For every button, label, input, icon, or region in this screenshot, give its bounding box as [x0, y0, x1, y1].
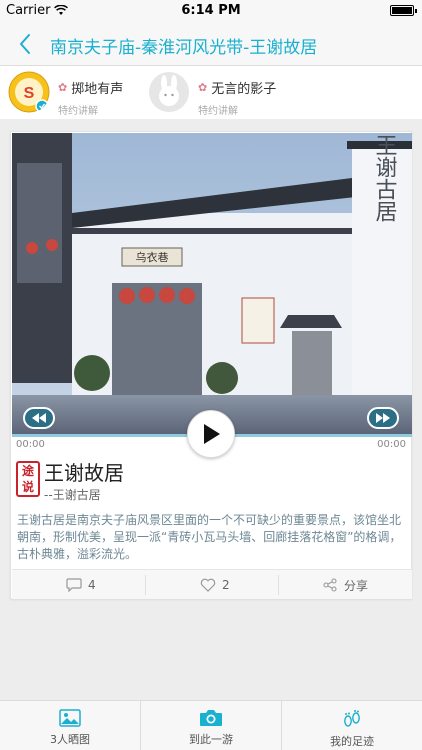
navigation-bar: 南京夫子庙-秦淮河风光带-王谢故居	[0, 22, 422, 66]
tab-label: 我的足迹	[330, 735, 374, 748]
rewind-button[interactable]	[23, 407, 55, 429]
play-icon	[204, 424, 220, 444]
guide-avatar[interactable]: S	[8, 71, 50, 113]
svg-text:S: S	[24, 85, 35, 102]
like-count: 2	[222, 578, 230, 592]
fast-forward-icon	[376, 413, 390, 423]
guide-name-row: ✿ 无言的影子	[198, 78, 276, 97]
flower-icon: ✿	[198, 81, 208, 94]
back-chevron-icon[interactable]	[14, 32, 38, 56]
spot-title: 王谢故居	[44, 461, 124, 485]
share-button[interactable]: 分享	[322, 570, 368, 600]
tab-label: 到此一游	[189, 733, 233, 746]
rewind-icon	[32, 413, 46, 423]
camera-icon	[200, 710, 222, 726]
share-icon	[323, 578, 337, 592]
scenic-photo[interactable]: 王谢古居 乌衣巷	[12, 133, 412, 434]
stamp-logo: 途说	[16, 461, 40, 497]
bottom-tab-bar: 3人晒图 到此一游 我的足迹	[0, 700, 422, 750]
action-bar: 4 2 分享	[12, 569, 412, 599]
elapsed-time: 00:00	[16, 439, 45, 450]
page-title: 南京夫子庙-秦淮河风光带-王谢故居	[50, 38, 318, 58]
battery-icon	[390, 5, 417, 16]
wall-calligraphy: 王谢古居	[372, 134, 398, 222]
like-button[interactable]: 2	[200, 570, 230, 600]
scenic-spot-card: 王谢古居 乌衣巷 00:00 00:00 途说 王谢故居 --王谢古居 王谢古居…	[10, 131, 412, 599]
guide-name: 无言的影子	[211, 82, 277, 97]
guide-name-row: ✿ 掷地有声	[58, 78, 123, 97]
fast-forward-button[interactable]	[367, 407, 399, 429]
spot-subtitle: --王谢古居	[44, 488, 101, 502]
divider	[145, 575, 146, 595]
total-time: 00:00	[377, 439, 406, 450]
heart-icon	[200, 578, 216, 592]
guide-tag: 特约讲解	[198, 106, 238, 117]
comment-icon	[66, 578, 82, 592]
comment-count: 4	[88, 578, 96, 592]
spot-description: 王谢古居是南京夫子庙风景区里面的一个不可缺少的重要景点，该馆坐北朝南，形制优美，…	[17, 513, 402, 561]
comment-button[interactable]: 4	[66, 570, 96, 600]
guides-row: S ✿ 掷地有声 特约讲解 ✿ 无言的影子 特约讲解	[0, 67, 422, 119]
tab-label: 3人晒图	[50, 733, 90, 746]
guide-avatar[interactable]	[148, 71, 190, 113]
tab-checkin[interactable]: 到此一游	[141, 701, 281, 750]
guide-item[interactable]: S ✿ 掷地有声 特约讲解	[8, 71, 123, 117]
picture-icon	[59, 709, 81, 727]
share-label: 分享	[344, 578, 369, 593]
play-button[interactable]	[187, 410, 235, 458]
guide-item[interactable]: ✿ 无言的影子 特约讲解	[148, 71, 276, 117]
guide-tag: 特约讲解	[58, 106, 98, 117]
clock: 6:14 PM	[181, 3, 241, 18]
flower-icon: ✿	[58, 81, 68, 94]
status-bar: Carrier 6:14 PM	[0, 0, 422, 22]
footprints-icon	[344, 710, 360, 727]
divider	[278, 575, 279, 595]
tab-photos[interactable]: 3人晒图	[0, 701, 140, 750]
guide-name: 掷地有声	[71, 82, 124, 97]
door-sign: 乌衣巷	[136, 250, 169, 264]
tab-footprints[interactable]: 我的足迹	[282, 701, 422, 750]
